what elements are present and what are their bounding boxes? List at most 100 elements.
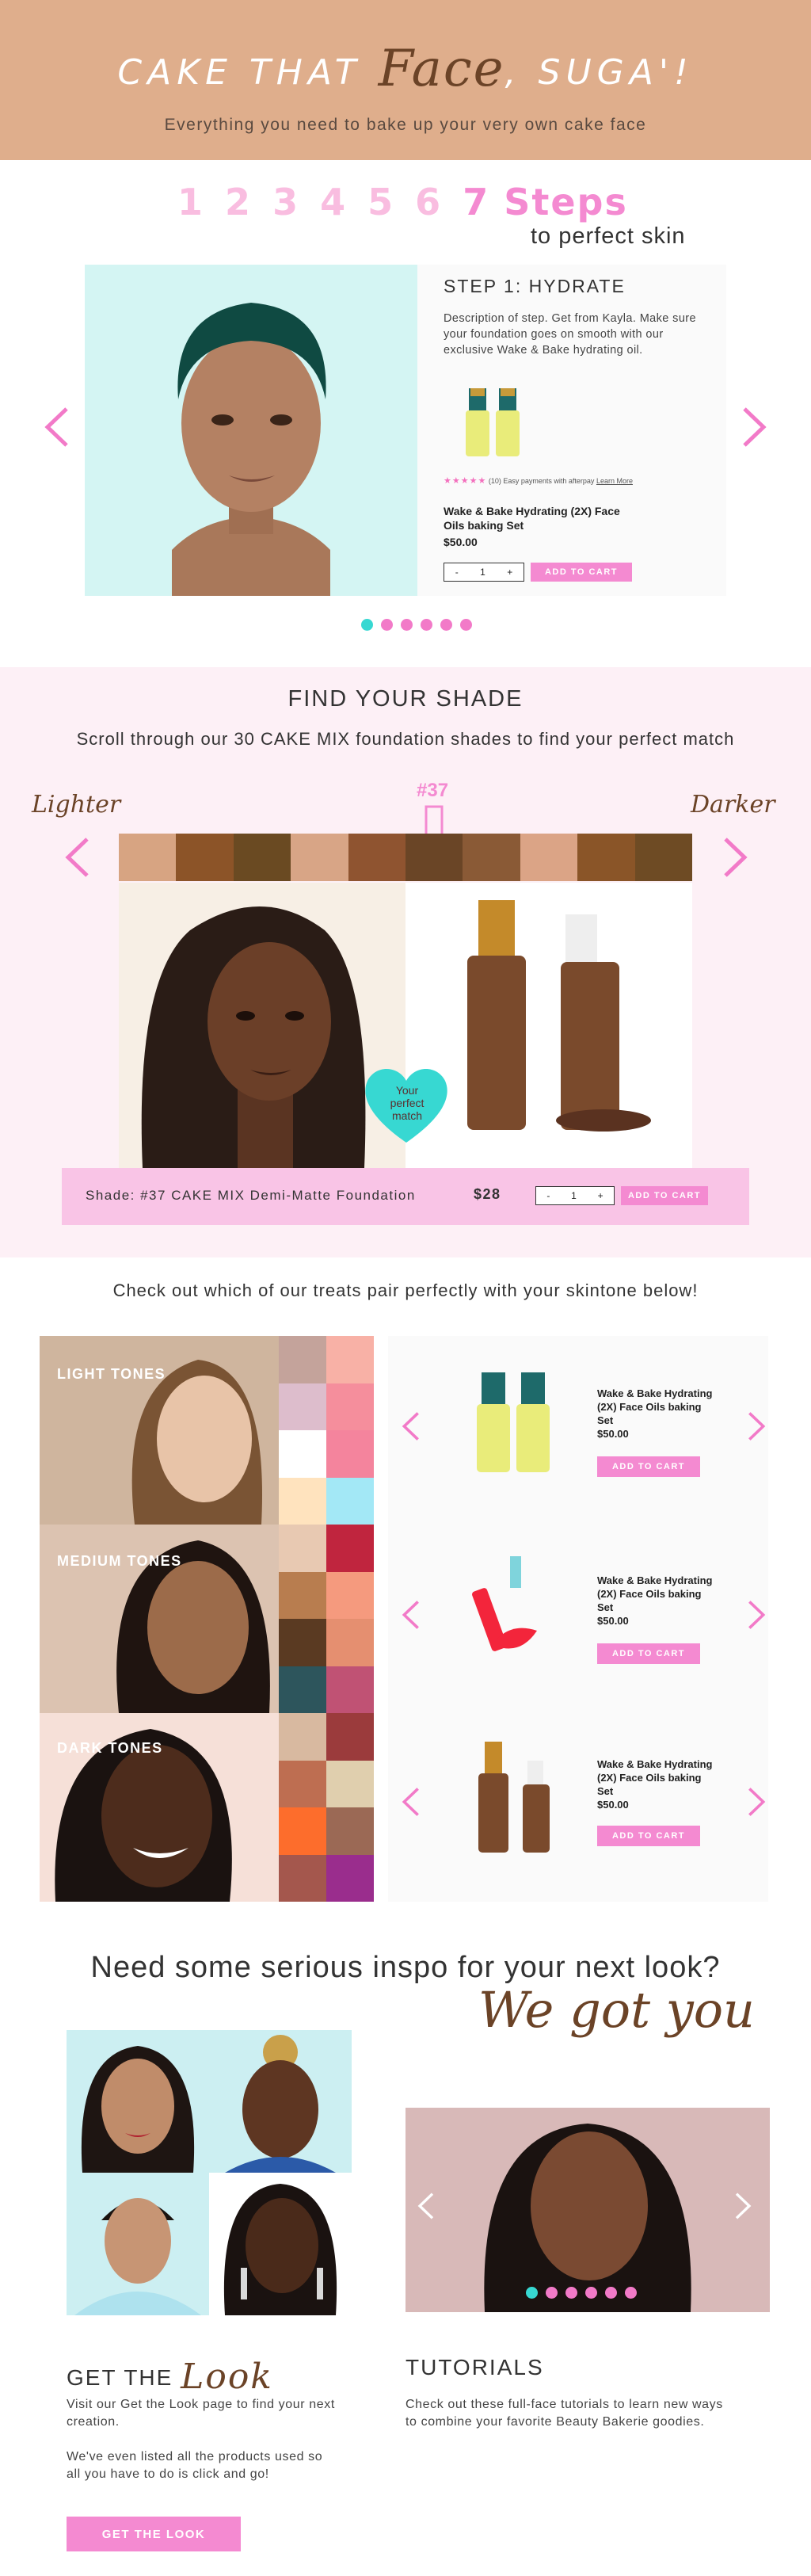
palette-swatch <box>279 1666 326 1713</box>
qty-value[interactable]: 1 <box>480 567 485 578</box>
step-title: STEP 1: HYDRATE <box>444 276 626 296</box>
step-description: Description of step. Get from Kayla. Mak… <box>444 312 696 357</box>
step-quantity-stepper: - 1 + <box>444 563 524 582</box>
carousel-dot[interactable] <box>460 619 472 631</box>
shade-swatch[interactable] <box>463 834 520 881</box>
get-look-prefix: GET THE <box>67 2365 173 2390</box>
palette-swatch <box>326 1430 374 1478</box>
dark-treat-card <box>388 1713 768 1902</box>
step-prev-arrow-icon[interactable] <box>43 406 71 448</box>
medium-treat-name[interactable]: Wake & Bake Hydrating (2X) Face Oils bak… <box>597 1574 716 1614</box>
carousel-dot[interactable] <box>585 2287 597 2299</box>
step-number-4[interactable]: 4 <box>320 181 347 223</box>
medium-next-arrow-icon[interactable] <box>746 1599 767 1631</box>
carousel-dot[interactable] <box>546 2287 558 2299</box>
video-prev-arrow-icon[interactable] <box>417 2190 436 2222</box>
look-image-2[interactable] <box>209 2030 352 2173</box>
shade-title: FIND YOUR SHADE <box>287 686 524 712</box>
step-carousel-dots <box>361 619 472 631</box>
carousel-dot[interactable] <box>421 619 432 631</box>
rating-stars: ★★★★★ <box>444 476 487 486</box>
video-next-arrow-icon[interactable] <box>733 2190 752 2222</box>
lighter-label: Lighter <box>32 791 121 819</box>
dark-prev-arrow-icon[interactable] <box>401 1786 421 1818</box>
look-image-4[interactable] <box>209 2173 352 2315</box>
step-number-5[interactable]: 5 <box>367 181 394 223</box>
light-tones-label: LIGHT TONES <box>57 1366 166 1382</box>
palette-swatch <box>326 1571 374 1619</box>
step-number-2[interactable]: 2 <box>225 181 252 223</box>
step-number-3[interactable]: 3 <box>272 181 299 223</box>
step-product-name[interactable]: Wake & Bake Hydrating (2X) Face Oils bak… <box>444 504 626 532</box>
look-image-3[interactable] <box>67 2173 209 2315</box>
tutorial-video[interactable] <box>406 2108 770 2312</box>
palette-swatch <box>279 1854 326 1902</box>
learn-more-link[interactable]: Learn More <box>596 477 633 485</box>
carousel-dot[interactable] <box>625 2287 637 2299</box>
step-number-6[interactable]: 6 <box>415 181 442 223</box>
carousel-dot[interactable] <box>565 2287 577 2299</box>
palette-swatch <box>326 1760 374 1807</box>
shade-swatch[interactable] <box>119 834 177 881</box>
look-image-1[interactable] <box>67 2030 209 2173</box>
shade-swatch[interactable] <box>634 834 693 881</box>
palette-swatch <box>326 1619 374 1666</box>
light-treat-name[interactable]: Wake & Bake Hydrating (2X) Face Oils bak… <box>597 1387 716 1427</box>
medium-treat-card <box>388 1525 768 1713</box>
dark-next-arrow-icon[interactable] <box>746 1786 767 1818</box>
carousel-dot[interactable] <box>526 2287 538 2299</box>
medium-treat-price: $50.00 <box>597 1615 629 1627</box>
get-the-look-button[interactable]: GET THE LOOK <box>67 2517 241 2551</box>
shade-swatch[interactable] <box>176 834 234 881</box>
shade-swatch[interactable] <box>406 834 463 881</box>
palette-swatch <box>279 1336 326 1383</box>
carousel-dot[interactable] <box>401 619 413 631</box>
carousel-dot[interactable] <box>361 619 373 631</box>
shade-swatch[interactable] <box>577 834 635 881</box>
light-treat-price: $50.00 <box>597 1428 629 1440</box>
light-next-arrow-icon[interactable] <box>746 1410 767 1442</box>
shade-swatch[interactable] <box>233 834 291 881</box>
qty-value[interactable]: 1 <box>571 1190 577 1201</box>
get-look-script: Look <box>181 2357 273 2397</box>
shade-prev-arrow-icon[interactable] <box>63 836 92 879</box>
carousel-dot[interactable] <box>605 2287 617 2299</box>
qty-minus-button[interactable]: - <box>455 567 459 578</box>
step-number-1[interactable]: 1 <box>177 181 204 223</box>
dark-add-to-cart-button[interactable]: ADD TO CART <box>597 1826 700 1846</box>
tutorials-paragraph: Check out these full-face tutorials to l… <box>406 2398 723 2429</box>
step-number-7[interactable]: 7 Steps <box>463 181 628 223</box>
light-treat-card <box>388 1336 768 1525</box>
carousel-dot[interactable] <box>440 619 452 631</box>
step-product-price: $50.00 <box>444 536 478 548</box>
palette-swatch <box>279 1713 326 1761</box>
medium-prev-arrow-icon[interactable] <box>401 1599 421 1631</box>
medium-add-to-cart-button[interactable]: ADD TO CART <box>597 1643 700 1664</box>
steps-nav: 1 2 3 4 5 6 7 Steps <box>177 181 634 223</box>
light-treat-product-image <box>477 1372 550 1472</box>
palette-swatch <box>326 1336 374 1383</box>
step-add-to-cart-button[interactable]: ADD TO CART <box>531 563 632 582</box>
dark-treat-name[interactable]: Wake & Bake Hydrating (2X) Face Oils bak… <box>597 1757 716 1798</box>
qty-minus-button[interactable]: - <box>546 1190 550 1201</box>
qty-plus-button[interactable]: + <box>507 567 512 578</box>
shade-swatch[interactable] <box>348 834 406 881</box>
payment-text: Easy payments with afterpay <box>503 477 595 485</box>
medium-tones-palette <box>279 1525 374 1713</box>
light-tones-image <box>40 1336 279 1525</box>
step-rating: ★★★★★ (10) Easy payments with afterpay L… <box>444 475 633 486</box>
palette-swatch <box>326 1666 374 1713</box>
shade-subtitle: Scroll through our 30 CAKE MIX foundatio… <box>76 729 735 749</box>
light-add-to-cart-button[interactable]: ADD TO CART <box>597 1456 700 1477</box>
shade-add-to-cart-button[interactable]: ADD TO CART <box>621 1186 708 1205</box>
carousel-dot[interactable] <box>381 619 393 631</box>
palette-swatch <box>279 1619 326 1666</box>
dark-treat-product-image <box>478 1742 550 1853</box>
shade-next-arrow-icon[interactable] <box>721 836 749 879</box>
hero-title: CAKE THAT Face, SUGA'! <box>0 38 811 98</box>
light-prev-arrow-icon[interactable] <box>401 1410 421 1442</box>
step-next-arrow-icon[interactable] <box>740 406 768 448</box>
shade-swatch[interactable] <box>291 834 348 881</box>
shade-swatch[interactable] <box>520 834 578 881</box>
qty-plus-button[interactable]: + <box>598 1190 603 1201</box>
